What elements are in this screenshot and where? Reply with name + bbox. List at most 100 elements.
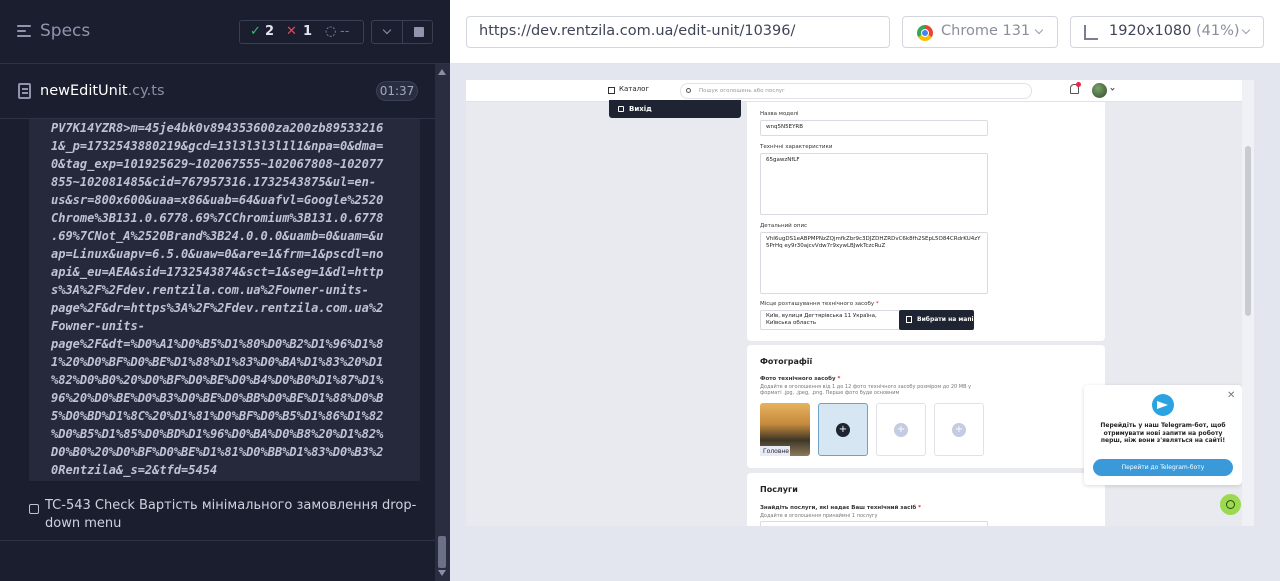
log-line: Fowner-units- bbox=[51, 319, 145, 333]
chat-icon[interactable] bbox=[1220, 494, 1241, 515]
log-line: 1&_p=1732543880219&gcd=13l3l3l3l1l1&npa=… bbox=[51, 139, 384, 153]
test-item[interactable]: TC-543 Check Вартість мінімального замов… bbox=[0, 489, 435, 541]
log-line: us&sr=800x600&uaa=x86&uab=64&uafvl=Googl… bbox=[51, 193, 384, 207]
url-bar[interactable]: https://dev.rentzila.com.ua/edit-unit/10… bbox=[466, 16, 890, 48]
stop-icon[interactable] bbox=[414, 27, 424, 37]
site-header: Каталог Пошук оголошень або послуг bbox=[466, 80, 1254, 102]
log-line: ap=Linux&uapv=6.5.0&uaw=0&are=1&frm=1&ps… bbox=[51, 247, 384, 261]
passed-check-icon: ✓ bbox=[250, 24, 261, 39]
viewport-size: 1920x1080 bbox=[1109, 23, 1192, 39]
search-icon bbox=[686, 88, 691, 93]
telegram-popup: ✕ Перейдіть у наш Telegram-бот, щоб отри… bbox=[1084, 385, 1242, 485]
logout-label: Вихід bbox=[629, 105, 652, 113]
log-line: 0&tag_exp=101925629~102067555~102067808~… bbox=[51, 157, 384, 171]
plus-icon: + bbox=[894, 423, 908, 437]
model-label: Назва моделі bbox=[760, 111, 799, 117]
chrome-icon bbox=[917, 25, 933, 41]
run-controls bbox=[371, 20, 433, 44]
document-icon bbox=[18, 83, 31, 99]
sidebar-scrollbar[interactable] bbox=[435, 64, 450, 581]
preview-pane: https://dev.rentzila.com.ua/edit-unit/10… bbox=[450, 0, 1280, 581]
photo-upload-slot[interactable]: + bbox=[876, 403, 926, 456]
avatar[interactable] bbox=[1092, 83, 1107, 98]
log-line: page%2F&dt=%D0%A1%D0%B5%D1%80%D0%B2%D1%9… bbox=[51, 337, 384, 351]
log-line: 855~102081485&cid=767957316.1732543875&u… bbox=[51, 175, 377, 189]
failed-x-icon: ✕ bbox=[286, 24, 297, 39]
passed-count: 2 bbox=[265, 24, 275, 39]
log-line: %82%D0%B0%20%D0%BF%D0%BE%D0%B4%D0%B0%D1%… bbox=[51, 373, 384, 387]
log-line: s%3A%2F%2Fdev.rentzila.com.ua%2Fowner-un… bbox=[51, 283, 369, 297]
reporter-sidebar: Specs ✓ 2 ✕ 1 ◌ -- newEditUnit.cy.ts 01:… bbox=[0, 0, 450, 581]
test-title: TC-543 Check Вартість мінімального замов… bbox=[45, 498, 417, 531]
log-line: 1%20%D0%BF%D0%BE%D1%88%D1%83%D0%BA%D1%83… bbox=[51, 355, 384, 369]
photo-upload-slot[interactable]: + bbox=[934, 403, 984, 456]
test-stats: ✓ 2 ✕ 1 ◌ -- bbox=[239, 20, 364, 44]
specs-header: Specs ✓ 2 ✕ 1 ◌ -- bbox=[0, 0, 450, 64]
log-line: 0Rentzila&_s=2&tfd=5454 bbox=[51, 463, 218, 477]
services-search-input[interactable] bbox=[760, 521, 988, 526]
logout-icon bbox=[618, 106, 624, 112]
app-scrollbar-thumb[interactable] bbox=[1245, 146, 1251, 316]
photos-hint: Додайте в оголошення від 1 до 12 фото те… bbox=[760, 384, 972, 396]
spec-file-basename: newEditUnit bbox=[40, 83, 128, 99]
photos-label-text: Фото технічного засобу bbox=[760, 376, 836, 382]
specs-list-icon[interactable] bbox=[17, 24, 33, 40]
photo-upload-slot[interactable]: + bbox=[818, 403, 868, 456]
chevron-down-icon[interactable] bbox=[382, 25, 392, 35]
log-line: .69%7CNot_A%2520Brand%3B24.0.0.0&uamb=0&… bbox=[51, 229, 384, 243]
spec-file-row[interactable]: newEditUnit.cy.ts 01:37 bbox=[0, 64, 435, 119]
viewport-zoom: (41%) bbox=[1196, 23, 1240, 39]
log-line: 5%D0%BD%D1%8C%20%D1%81%D0%BF%D0%B5%D1%86… bbox=[51, 409, 384, 423]
location-input[interactable]: Київ, вулиця Дегтярівська 11 Україна, Ки… bbox=[760, 310, 909, 330]
log-line: 96%20%D0%BE%D0%B3%D0%BE%D0%BB%D0%BE%D1%8… bbox=[51, 391, 384, 405]
main-photo-thumbnail[interactable]: Головне bbox=[760, 403, 810, 456]
nav-catalog[interactable]: Каталог bbox=[619, 85, 649, 93]
telegram-bot-button[interactable]: Перейти до Telegram-боту bbox=[1093, 459, 1233, 476]
log-line: Chrome%3B131.0.6778.69%7CChromium%3B131.… bbox=[51, 211, 384, 225]
logout-button[interactable]: Вихід bbox=[609, 100, 741, 118]
browser-selector[interactable]: Chrome 131 bbox=[902, 16, 1058, 48]
log-line: PV7K14YZR8>m=45je4bk0v894353600za200zb89… bbox=[51, 121, 384, 135]
description-textarea[interactable]: VhI6ugDS1eABPMPNzZQjmfkZbr9c3DJZDHZRDvC6… bbox=[760, 232, 988, 294]
photos-card: Фотографії Фото технічного засобу * Дода… bbox=[747, 345, 1105, 468]
scrollbar-thumb[interactable] bbox=[438, 536, 446, 568]
close-icon[interactable]: ✕ bbox=[1227, 390, 1235, 401]
catalog-grid-icon bbox=[608, 87, 615, 94]
telegram-icon bbox=[1152, 394, 1174, 416]
telegram-popup-text: Перейдіть у наш Telegram-бот, щоб отриму… bbox=[1100, 422, 1226, 444]
log-line: %D0%B5%D1%85%D0%BD%D1%96%D0%BA%D0%B8%20%… bbox=[51, 427, 384, 441]
spec-file-name: newEditUnit.cy.ts bbox=[40, 83, 165, 99]
test-status-checkbox-icon bbox=[29, 504, 39, 514]
log-line: D0%B0%20%D0%BF%D0%BE%D1%81%D0%BB%D1%83%D… bbox=[51, 445, 384, 459]
main-photo-tag: Головне bbox=[760, 446, 790, 456]
command-log-text: PV7K14YZR8>m=45je4bk0v894353600za200zb89… bbox=[51, 119, 413, 479]
spec-duration: 01:37 bbox=[376, 81, 418, 101]
unit-details-card: Назва моделі wnq5N5EYRB Технічні характе… bbox=[747, 102, 1105, 341]
services-label-text: Знайдіть послуги, які надає Ваш технічни… bbox=[760, 505, 917, 511]
map-icon bbox=[906, 316, 912, 323]
log-line: api&_eu=AEA&sid=1732543874&sct=1&seg=1&d… bbox=[51, 265, 384, 279]
tech-specs-textarea[interactable]: 65gawzNfLF bbox=[760, 153, 988, 215]
ruler-icon bbox=[1084, 25, 1098, 40]
app-scrollbar[interactable] bbox=[1242, 80, 1254, 526]
scroll-down-icon[interactable] bbox=[438, 570, 446, 576]
scroll-up-icon[interactable] bbox=[438, 69, 446, 75]
bell-icon[interactable] bbox=[1070, 82, 1081, 94]
chevron-down-icon bbox=[1241, 25, 1251, 35]
site-search-input[interactable]: Пошук оголошень або послуг bbox=[680, 83, 1032, 99]
location-label-text: Місце розташування технічного засобу bbox=[760, 301, 875, 307]
plus-icon: + bbox=[952, 423, 966, 437]
browser-label: Chrome 131 bbox=[941, 23, 1031, 39]
app-under-test-frame: Каталог Пошук оголошень або послуг Вихід… bbox=[466, 80, 1254, 526]
photos-label: Фото технічного засобу * bbox=[760, 376, 841, 382]
specs-title: Specs bbox=[40, 21, 91, 41]
model-input[interactable]: wnq5N5EYRB bbox=[760, 120, 988, 136]
viewport-selector[interactable]: 1920x1080 (41%) bbox=[1070, 16, 1264, 48]
location-label: Місце розташування технічного засобу * bbox=[760, 301, 879, 307]
description-label: Детальний опис bbox=[760, 223, 808, 229]
photos-heading: Фотографії bbox=[760, 357, 813, 366]
browser-toolbar: https://dev.rentzila.com.ua/edit-unit/10… bbox=[450, 0, 1280, 64]
tech-specs-label: Технічні характеристики bbox=[760, 144, 833, 150]
spec-file-ext: .cy.ts bbox=[127, 83, 165, 99]
pending-count: -- bbox=[340, 24, 350, 39]
